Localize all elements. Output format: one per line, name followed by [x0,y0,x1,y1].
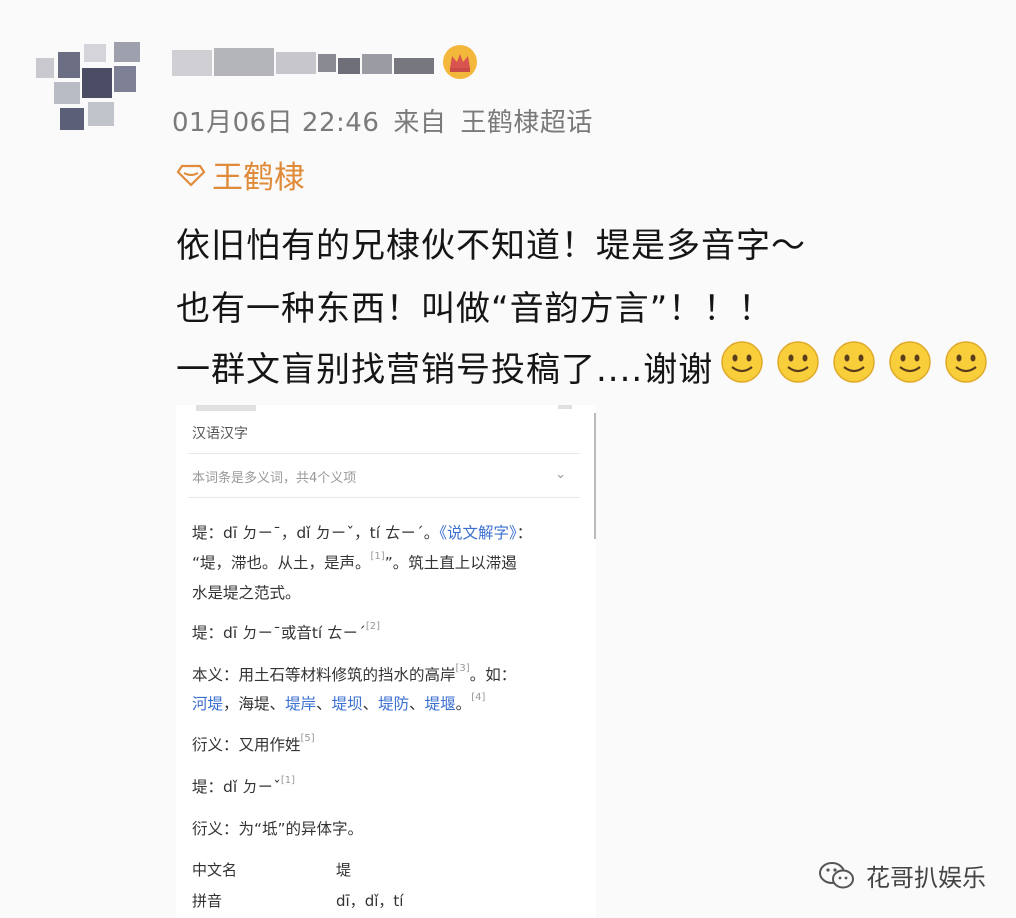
info-table: 中文名 堤 拼音 dī，dǐ，tí [192,859,403,918]
dict-para-3-line-1: 本义：用土石等材料修筑的挡水的高岸[3]。如： [192,663,516,685]
dict-text: 海堤 [238,695,270,713]
dict-link[interactable]: 堤坝 [332,695,363,713]
dict-para-1-line-1: 堤：dī ㄉㄧˉ，dǐ ㄉㄧˇ，tí ㄊㄧˊ。《说文解字》： [192,521,532,543]
username-blurred[interactable] [172,44,437,80]
dict-text: 、 [269,695,286,713]
chevron-down-icon[interactable]: ⌄ [555,467,566,482]
vip-crown-icon [442,44,478,80]
post-line-2: 也有一种东西！叫做“音韵方言”！！！ [176,289,774,329]
dict-text: 。 [455,695,472,713]
smile-emoji-icon [833,341,875,383]
dict-text: 堤：dī ㄉㄧˉ或音tí ㄊㄧˊ [192,624,366,642]
smile-emoji-icon [777,341,819,383]
post-time: 01月06日 22:46 [172,108,380,138]
dict-text: ， [223,695,239,713]
post-line-3: 一群文盲别找营销号投稿了....谢谢 [176,350,714,390]
avatar-blurred[interactable] [30,38,152,134]
table-value: 堤 [336,861,352,879]
dict-text: 衍义：又用作姓 [192,736,301,754]
citation[interactable]: [5] [301,733,315,744]
dict-text: 、 [316,695,332,713]
divider [188,497,580,498]
dict-para-2: 堤：dī ㄉㄧˉ或音tí ㄊㄧˊ[2] [192,621,380,643]
dict-text: “堤，滞也。从土，是声。 [192,554,371,572]
dict-text: 、 [409,695,425,713]
table-row: 中文名 堤 [192,859,403,880]
post-line-1: 依旧怕有的兄棣伙不知道！堤是多音字～ [176,226,806,266]
wechat-logo-icon [819,861,854,888]
dict-link[interactable]: 堤岸 [285,695,316,713]
dict-para-6: 衍义：为“坻”的异体字。 [192,820,364,838]
dict-link[interactable]: 河堤 [192,695,223,713]
dict-para-5: 堤：dǐ ㄉㄧˇ[1] [192,775,295,797]
dict-link[interactable]: 堤防 [378,695,409,713]
dict-text: 堤：dī ㄉㄧˉ，dǐ ㄉㄧˇ，tí ㄊㄧˊ。 [192,524,440,542]
citation[interactable]: [4] [471,692,485,703]
dict-link[interactable]: 《说文解字》 [439,524,517,542]
post-meta: 01月06日 22:46 来自 王鹤棣超话 [172,102,607,139]
dict-text: 。如： [469,666,517,684]
dict-text: 本义：用土石等材料修筑的挡水的高岸 [192,666,456,684]
embedded-dictionary-screenshot[interactable]: 汉语汉字 本词条是多义词，共4个义项 ⌄ 堤：dī ㄉㄧˉ，dǐ ㄉㄧˇ，tí … [176,405,596,918]
table-key: 中文名 [192,861,238,879]
table-value: dī，dǐ，tí [336,892,404,910]
dict-text: 堤：dǐ ㄉㄧˇ [192,778,281,796]
table-key: 拼音 [192,892,223,910]
smile-emoji-icon [721,341,763,383]
dict-text: ”。筑土直上以滞遏 [384,554,517,572]
citation[interactable]: [1] [281,775,295,786]
dict-header: 汉语汉字 [192,426,248,442]
emoji-row [720,340,1000,384]
divider [188,453,580,454]
citation[interactable]: [1] [371,551,385,562]
diamond-icon [176,164,206,187]
scrollbar[interactable] [594,413,596,539]
dict-text: 、 [362,695,379,713]
smile-emoji-icon [945,341,987,383]
dict-para-4: 衍义：又用作姓[5] [192,733,315,755]
watermark: 花哥扒娱乐 [818,858,986,893]
dict-para-3-line-2: 河堤，海堤、堤岸、堤坝、堤防、堤堰。[4] [192,692,485,714]
dict-text: ： [516,524,533,542]
topic-tag-label: 王鹤棣 [212,160,305,196]
dict-para-1-line-3: 水是堤之范式。 [192,584,301,602]
cut-off-text [196,405,256,411]
smile-emoji-icon [889,341,931,383]
table-row: 拼音 dī，dǐ，tí [192,890,403,911]
citation[interactable]: [2] [366,621,380,632]
watermark-text: 花哥扒娱乐 [866,864,986,892]
topic-tag[interactable]: 王鹤棣 [176,152,305,197]
post-source-label: 来自 [393,108,447,138]
citation[interactable]: [3] [456,663,470,674]
dict-link[interactable]: 堤堰 [425,695,456,713]
dict-para-1-line-2: “堤，滞也。从土，是声。[1]”。筑土直上以滞遏 [192,551,517,573]
post-source-topic[interactable]: 王鹤棣超话 [460,108,593,138]
dict-subheader: 本词条是多义词，共4个义项 [192,471,357,486]
cut-off-text [558,405,572,409]
